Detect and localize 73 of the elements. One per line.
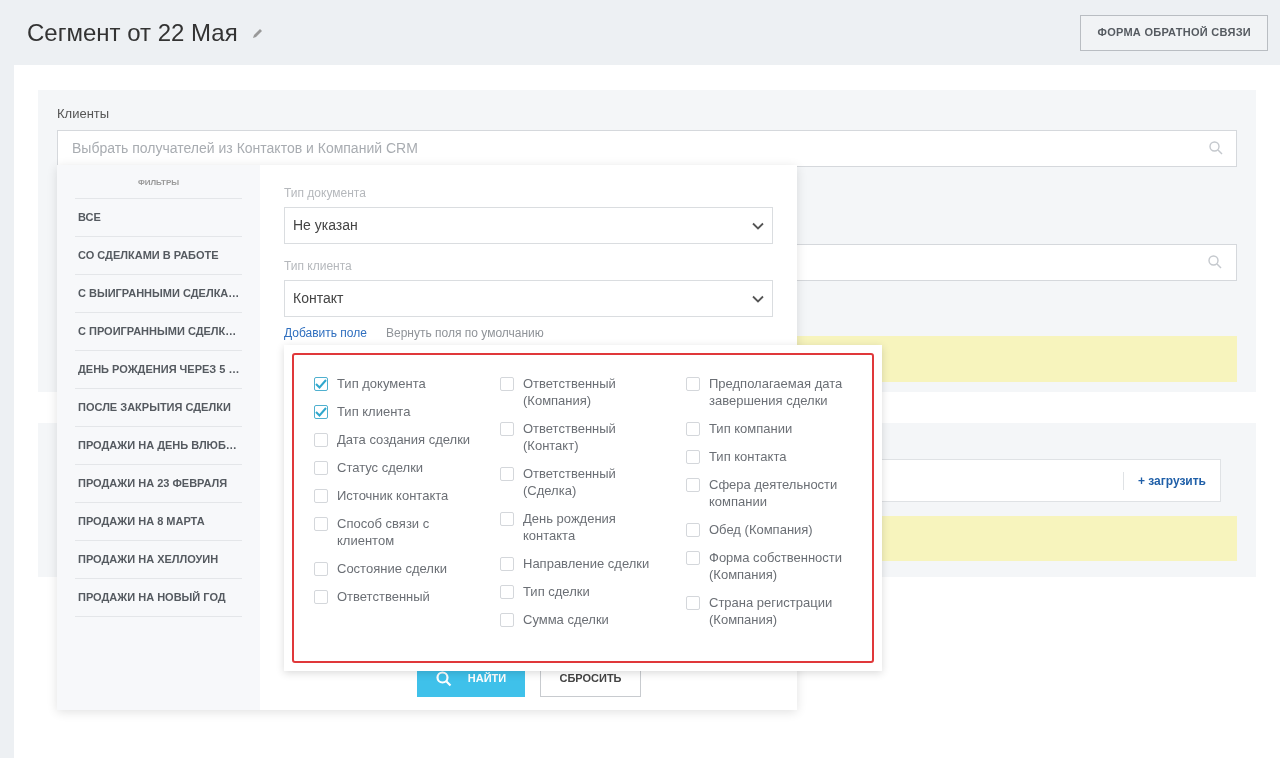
checkbox[interactable]	[686, 596, 700, 610]
add-field-link[interactable]: Добавить поле	[284, 326, 367, 340]
upload-button[interactable]: + загрузить	[1122, 471, 1220, 490]
checkbox[interactable]	[500, 422, 514, 436]
checkbox[interactable]	[500, 585, 514, 599]
filter-item[interactable]: ПОСЛЕ ЗАКРЫТИЯ СДЕЛКИ	[75, 389, 242, 427]
filter-item[interactable]: ПРОДАЖИ НА 23 ФЕВРАЛЯ	[75, 465, 242, 503]
filter-item[interactable]: ПРОДАЖИ НА ХЕЛЛОУИН	[75, 541, 242, 579]
checkbox-label: Состояние сделки	[337, 560, 447, 577]
select-field[interactable]: Контакт	[284, 280, 773, 317]
field-label: Тип клиента	[284, 258, 353, 275]
field-label: Тип документа	[284, 185, 367, 202]
search-icon	[1208, 255, 1222, 269]
checkbox[interactable]	[314, 489, 328, 503]
checkbox[interactable]	[314, 433, 328, 447]
checkbox-label: Страна регистрации (Компания)	[709, 594, 834, 628]
checkbox[interactable]	[500, 467, 514, 481]
checkbox-label: Предполагаемая дата завершения сделки	[709, 375, 844, 409]
checkbox[interactable]	[500, 512, 514, 526]
checkbox-label: Обед (Компания)	[709, 521, 813, 538]
checkbox-label: Ответственный	[337, 588, 430, 605]
checkbox[interactable]	[500, 557, 514, 571]
checkbox[interactable]	[686, 478, 700, 492]
checkbox-label: Способ связи с клиентом	[337, 515, 431, 549]
filters-heading: ФИЛЬТРЫ	[75, 177, 242, 199]
checkbox[interactable]	[314, 405, 328, 419]
filter-item[interactable]: С ВЫИГРАННЫМИ СДЕЛКА…	[75, 275, 242, 313]
page-title: Сегмент от 22 Мая	[27, 17, 238, 48]
checkmark-icon	[315, 379, 327, 389]
feedback-button[interactable]: ФОРМА ОБРАТНОЙ СВЯЗИ	[1080, 14, 1268, 51]
checkbox-label: Направление сделки	[523, 555, 650, 572]
checkbox[interactable]	[686, 422, 700, 436]
checkbox-label: Ответственный (Сделка)	[523, 465, 617, 499]
checkbox[interactable]	[500, 377, 514, 391]
checkbox-label: День рождения контакта	[523, 510, 617, 544]
checkbox[interactable]	[314, 461, 328, 475]
checkbox-label: Сумма сделки	[523, 611, 609, 628]
checkbox[interactable]	[686, 377, 700, 391]
checkbox-label: Тип компании	[709, 420, 793, 437]
checkbox-label: Сфера деятельности компании	[709, 476, 839, 510]
checkbox-label: Статус сделки	[337, 459, 424, 476]
filter-item[interactable]: ПРОДАЖИ НА НОВЫЙ ГОД	[75, 579, 242, 617]
checkbox-label: Тип клиента	[337, 403, 411, 420]
checkbox-label: Дата создания сделки	[337, 431, 471, 448]
checkmark-icon	[315, 407, 327, 417]
filter-item[interactable]: ПРОДАЖИ НА ДЕНЬ ВЛЮБ…	[75, 427, 242, 465]
filter-item[interactable]: ВСЕ	[75, 199, 242, 237]
chevron-down-icon	[752, 221, 764, 230]
checkbox-label: Источник контакта	[337, 487, 449, 504]
checkbox-label: Ответственный (Контакт)	[523, 420, 617, 454]
checkbox-label: Тип документа	[337, 375, 426, 392]
clients-search-field[interactable]: Выбрать получателей из Контактов и Компаний CRM	[57, 129, 1237, 167]
checkbox[interactable]	[686, 551, 700, 565]
filter-item[interactable]: ПРОДАЖИ НА 8 МАРТА	[75, 503, 242, 541]
checkbox[interactable]	[314, 590, 328, 604]
search-icon	[1209, 140, 1223, 155]
checkbox[interactable]	[314, 562, 328, 576]
select-field[interactable]: Не указан	[284, 207, 773, 244]
chevron-down-icon	[752, 294, 764, 303]
filter-item[interactable]: С ПРОИГРАННЫМИ СДЕЛК…	[75, 313, 242, 351]
clients-label: Клиенты	[57, 105, 111, 123]
checkbox-label: Ответственный (Компания)	[523, 375, 617, 409]
filter-item[interactable]: СО СДЕЛКАМИ В РАБОТЕ	[75, 237, 242, 275]
filter-item[interactable]: ДЕНЬ РОЖДЕНИЯ ЧЕРЕЗ 5 …	[75, 351, 242, 389]
checkbox-label: Тип сделки	[523, 583, 590, 600]
checkbox-label: Тип контакта	[709, 448, 787, 465]
checkbox[interactable]	[500, 613, 514, 627]
checkbox[interactable]	[314, 377, 328, 391]
checkbox[interactable]	[686, 523, 700, 537]
pencil-icon[interactable]	[251, 26, 264, 39]
checkbox[interactable]	[314, 517, 328, 531]
checkbox[interactable]	[686, 450, 700, 464]
checkbox-label: Форма собственности (Компания)	[709, 549, 844, 583]
